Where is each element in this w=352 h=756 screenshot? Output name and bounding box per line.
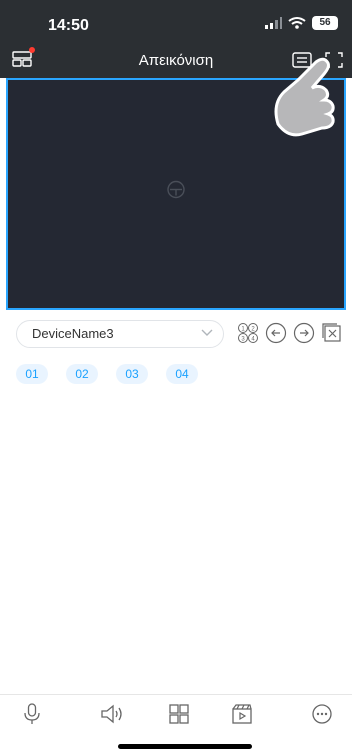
speaker-icon[interactable] — [99, 701, 125, 727]
device-select[interactable]: DeviceName3 — [16, 320, 224, 348]
svg-text:3: 3 — [241, 337, 245, 343]
device-controls-row: DeviceName3 1 2 3 4 — [16, 320, 352, 350]
svg-text:4: 4 — [251, 337, 255, 343]
device-name: DeviceName3 — [32, 326, 114, 341]
home-indicator — [118, 744, 252, 749]
video-clip-icon[interactable] — [229, 701, 255, 727]
next-arrow-icon[interactable] — [293, 322, 315, 344]
play-icon[interactable] — [166, 180, 186, 205]
signal-icon — [265, 17, 282, 29]
microphone-icon[interactable] — [19, 701, 45, 727]
status-icons: 56 — [264, 16, 338, 30]
svg-text:1: 1 — [241, 327, 245, 333]
svg-text:2: 2 — [251, 327, 255, 333]
channel-list: 01 02 03 04 — [16, 364, 198, 384]
channel-chip[interactable]: 02 — [66, 364, 98, 384]
status-time: 14:50 — [48, 17, 89, 34]
battery-indicator: 56 — [312, 16, 338, 30]
previous-arrow-icon[interactable] — [265, 322, 287, 344]
pointer-hand-icon — [274, 57, 335, 137]
channel-chip[interactable]: 01 — [16, 364, 48, 384]
more-icon[interactable] — [309, 701, 335, 727]
bottom-toolbar — [0, 701, 352, 731]
close-all-icon[interactable] — [321, 322, 343, 344]
bottom-divider — [0, 694, 352, 695]
channel-chip[interactable]: 04 — [166, 364, 198, 384]
channel-chip[interactable]: 03 — [116, 364, 148, 384]
chevron-down-icon — [201, 329, 213, 336]
grid-icon[interactable] — [166, 701, 192, 727]
channel-numbers-icon[interactable]: 1 2 3 4 — [237, 322, 259, 344]
wifi-icon — [288, 17, 306, 29]
